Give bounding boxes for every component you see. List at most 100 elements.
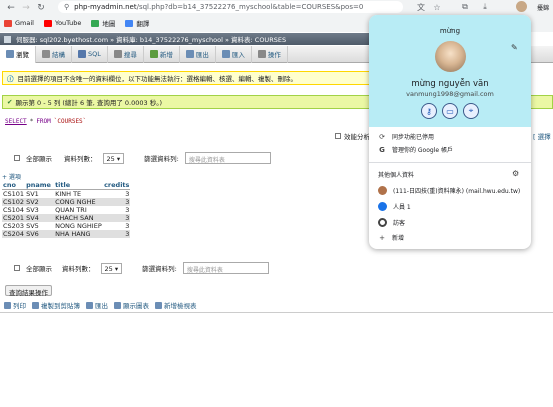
back-icon[interactable]: ←	[4, 1, 18, 15]
create-view-link[interactable]: 新增檢視表	[155, 300, 197, 310]
url-path: /sql.php?db=b14_37522276_myschool&table=…	[136, 3, 364, 11]
rows-select[interactable]: 25 ▾	[100, 262, 123, 274]
table-row: CS104 SV3 QUAN TRI 3	[2, 206, 131, 214]
bookmark-maps[interactable]: 地圖	[91, 18, 115, 28]
filter-input[interactable]: 搜尋此資料表	[184, 152, 271, 164]
sql-keyword-select[interactable]: SELECT	[5, 118, 27, 125]
link-label: 顯示圖表	[123, 302, 149, 310]
table-cell: SV5	[25, 222, 55, 230]
table-cell: CS204	[2, 230, 26, 238]
column-header[interactable]: title	[54, 181, 104, 190]
site-info-icon[interactable]: ⚲	[64, 3, 69, 11]
add-profile-item[interactable]: + 新增	[378, 233, 405, 243]
translate-icon	[125, 19, 134, 27]
bookmark-youtube[interactable]: YouTube	[43, 19, 81, 27]
table-cell: SV1	[25, 189, 55, 198]
sync-item[interactable]: ⟳ 同步功能已停用	[378, 132, 434, 142]
bookmark-star-icon[interactable]: ☆	[432, 2, 442, 12]
insert-icon	[149, 50, 158, 58]
options-link[interactable]: + 選項	[2, 172, 21, 181]
show-all-checkbox[interactable]	[14, 265, 20, 271]
table-row: CS204 SV6 NHA HANG 3	[2, 230, 131, 238]
query-links: 列印 複製到剪貼簿 匯出 顯示圖表 新增檢視表	[4, 300, 197, 310]
tab-label: 搜尋	[123, 51, 137, 59]
gear-icon[interactable]: ⚙	[512, 169, 519, 178]
column-header[interactable]: credits	[103, 181, 131, 190]
extension-icon[interactable]: ⧉	[460, 2, 470, 12]
menu-label: 新增	[392, 235, 405, 242]
export-icon	[185, 50, 194, 58]
bookmark-gmail[interactable]: Gmail	[4, 19, 34, 27]
browse-icon	[6, 50, 14, 58]
bookmark-label: 地圖	[102, 20, 116, 28]
view-icon	[155, 301, 162, 309]
edit-icon[interactable]: ✎	[511, 43, 520, 52]
manage-google-account-item[interactable]: G 管理你的 Google 帳戶	[378, 145, 453, 155]
gmail-icon	[4, 19, 12, 27]
filter-input[interactable]: 搜尋此資料表	[182, 262, 269, 274]
server-icon	[4, 35, 11, 43]
table-cell: CS201	[2, 214, 26, 222]
tab-search[interactable]: 搜尋	[108, 45, 144, 63]
column-header[interactable]: cno	[2, 181, 26, 190]
export-icon	[86, 301, 93, 309]
downloads-icon[interactable]: ⤓	[480, 2, 490, 12]
show-all-label: 全部顯示	[26, 265, 52, 273]
profiling-label: 效能分析	[344, 133, 370, 141]
wrench-icon	[257, 50, 266, 58]
table-cell: QUAN TRI	[54, 206, 104, 214]
divider	[0, 312, 553, 313]
tab-label: 新增	[159, 51, 173, 59]
table-cell: CS102	[2, 198, 26, 206]
tab-operations[interactable]: 操作	[252, 45, 288, 63]
print-icon	[4, 301, 11, 309]
youtube-icon	[43, 19, 52, 27]
menu-label: (111-日四技(重)資料陳永) (mail.hwu.edu.tw)	[393, 188, 521, 195]
tab-sql[interactable]: SQL	[72, 45, 108, 63]
guest-icon	[378, 218, 387, 227]
passwords-button[interactable]: ⚷	[421, 103, 437, 119]
table-cell: CS104	[2, 206, 26, 214]
breadcrumb-text[interactable]: 伺服器: sql202.byethost.com » 資料庫: b14_3752…	[16, 34, 286, 44]
rows-select[interactable]: 25 ▾	[102, 152, 125, 164]
translate-icon[interactable]: 文	[416, 2, 426, 12]
tab-structure[interactable]: 結構	[36, 45, 72, 63]
popup-top-label: mừng	[439, 27, 461, 35]
chart-link[interactable]: 顯示圖表	[114, 300, 149, 310]
notice-message: ⓘ 目前選擇的項目不含唯一的資料欄位，以下功能無法執行：選格編輯、核選、編輯、複…	[2, 71, 372, 85]
menu-label: 管理你的 Google 帳戶	[392, 147, 453, 154]
profiling-checkbox[interactable]	[335, 133, 341, 139]
avatar[interactable]	[516, 1, 527, 12]
table-cell: SV2	[25, 198, 55, 206]
guest-item[interactable]: 訪客	[378, 218, 405, 227]
addresses-button[interactable]: ⌖	[463, 103, 479, 119]
tab-export[interactable]: 匯出	[180, 45, 216, 63]
select-link[interactable]: [ 選擇	[533, 131, 551, 141]
payments-button[interactable]: ▭	[442, 103, 458, 119]
table-cell: CONG NGHE	[54, 198, 104, 206]
bookmark-translate[interactable]: 翻譯	[125, 18, 149, 28]
tab-browse[interactable]: 瀏覽	[0, 45, 36, 63]
google-icon: G	[379, 145, 385, 154]
show-all-checkbox[interactable]	[14, 155, 20, 161]
print-link[interactable]: 列印	[4, 300, 26, 310]
profile-email: vanmung1998@gmail.com	[406, 90, 494, 98]
profile-item-person1[interactable]: 人員 1	[378, 202, 411, 211]
check-icon: ✔	[7, 98, 13, 106]
forward-icon[interactable]: →	[19, 1, 33, 15]
reload-icon[interactable]: ↻	[34, 1, 48, 15]
warning-icon: ⓘ	[7, 75, 14, 83]
export-link[interactable]: 匯出	[86, 300, 108, 310]
column-header[interactable]: pname	[25, 181, 55, 190]
address-bar[interactable]: ⚲ php-myadmin.net/sql.php?db=b14_3752227…	[58, 1, 403, 13]
chart-icon	[114, 301, 121, 309]
profile-item-school[interactable]: (111-日四技(重)資料陳永) (mail.hwu.edu.tw)	[378, 186, 520, 195]
url-host: php-myadmin.net	[74, 3, 137, 11]
copy-clipboard-link[interactable]: 複製到剪貼簿	[32, 300, 80, 310]
tab-insert[interactable]: 新增	[144, 45, 180, 63]
avatar	[378, 186, 387, 195]
table-row: CS102 SV2 CONG NGHE 3	[2, 198, 131, 206]
tab-import[interactable]: 匯入	[216, 45, 252, 63]
profile-name: mừng nguyễn văn	[411, 79, 489, 89]
profile-label[interactable]: 擾錦	[537, 3, 549, 12]
